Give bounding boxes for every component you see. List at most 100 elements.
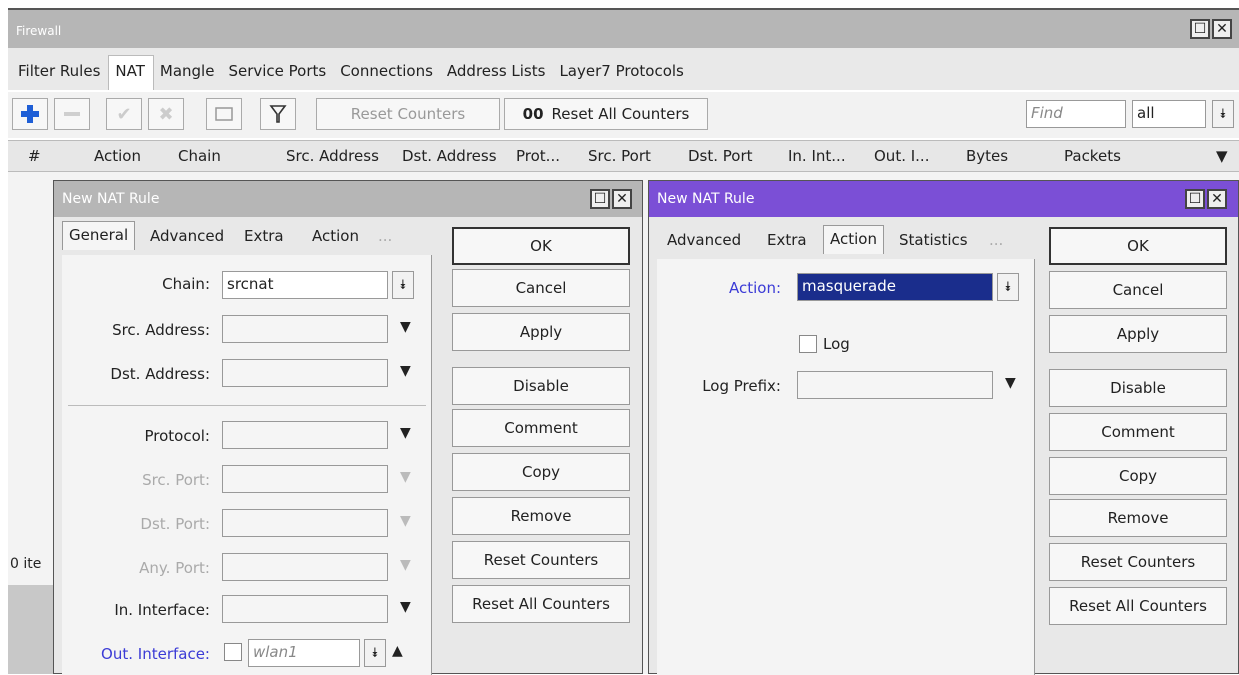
col-packets[interactable]: Packets xyxy=(1064,147,1121,165)
out-interface-field[interactable]: wlan1 xyxy=(248,639,360,667)
in-interface-field[interactable] xyxy=(222,595,388,623)
action-label: Action: xyxy=(728,279,781,297)
disable-button[interactable]: Disable xyxy=(452,367,630,405)
dst-port-label: Dst. Port: xyxy=(140,515,210,533)
copy-button[interactable]: Copy xyxy=(1049,457,1227,495)
ok-button[interactable]: OK xyxy=(452,227,630,265)
src-port-dropdown-icon[interactable]: ▼ xyxy=(400,469,411,485)
general-panel: Chain: srcnat ⯯ Src. Address: ▼ Dst. Add… xyxy=(62,255,432,675)
col-chain[interactable]: Chain xyxy=(178,147,221,165)
dst-port-field[interactable] xyxy=(222,509,388,537)
tab-nat[interactable]: NAT xyxy=(108,55,154,90)
tab-address-lists[interactable]: Address Lists xyxy=(441,62,554,90)
add-button[interactable] xyxy=(12,98,48,130)
find-input[interactable]: Find xyxy=(1026,100,1126,128)
any-port-field[interactable] xyxy=(222,553,388,581)
tab-service-ports[interactable]: Service Ports xyxy=(222,62,334,90)
filter-select[interactable]: all xyxy=(1132,100,1206,128)
disable-button[interactable]: ✖ xyxy=(148,98,184,130)
ok-button[interactable]: OK xyxy=(1049,227,1227,265)
comment-button[interactable]: Comment xyxy=(452,409,630,447)
table-header: # Action Chain Src. Address Dst. Address… xyxy=(8,140,1239,172)
counter-icon: 00 xyxy=(522,105,544,123)
reset-counters-button[interactable]: Reset Counters xyxy=(316,98,500,130)
disable-button[interactable]: Disable xyxy=(1049,369,1227,407)
maximize-icon[interactable]: ☐ xyxy=(1185,189,1205,209)
close-icon[interactable]: ✕ xyxy=(1212,19,1232,39)
col-number[interactable]: # xyxy=(28,147,41,165)
src-address-dropdown-icon[interactable]: ▼ xyxy=(400,319,411,335)
protocol-dropdown-icon[interactable]: ▼ xyxy=(400,425,411,441)
src-port-field[interactable] xyxy=(222,465,388,493)
status-text: 0 ite xyxy=(10,556,42,572)
reset-all-counters-button[interactable]: 00 Reset All Counters xyxy=(504,98,708,130)
protocol-label: Protocol: xyxy=(144,427,210,445)
tab-statistics[interactable]: Statistics xyxy=(899,231,968,249)
filter-button[interactable] xyxy=(260,98,296,130)
log-prefix-dropdown-icon[interactable]: ▼ xyxy=(1005,375,1016,391)
tab-extra[interactable]: Extra xyxy=(244,227,284,245)
reset-all-counters-button[interactable]: Reset All Counters xyxy=(452,585,630,623)
remove-button[interactable]: Remove xyxy=(452,497,630,535)
tab-more[interactable]: ... xyxy=(989,231,1003,249)
action-field[interactable]: masquerade xyxy=(797,273,993,301)
dst-address-dropdown-icon[interactable]: ▼ xyxy=(400,363,411,379)
apply-button[interactable]: Apply xyxy=(1049,315,1227,353)
col-protocol[interactable]: Prot... xyxy=(516,147,560,165)
maximize-icon[interactable]: ☐ xyxy=(590,189,610,209)
comment-button[interactable] xyxy=(206,98,242,130)
cancel-button[interactable]: Cancel xyxy=(452,269,630,307)
tab-action[interactable]: Action xyxy=(312,227,359,245)
tab-connections[interactable]: Connections xyxy=(334,62,441,90)
comment-button[interactable]: Comment xyxy=(1049,413,1227,451)
close-icon[interactable]: ✕ xyxy=(1207,189,1227,209)
col-out-interface[interactable]: Out. I... xyxy=(874,147,929,165)
any-port-dropdown-icon[interactable]: ▼ xyxy=(400,557,411,573)
tab-action[interactable]: Action xyxy=(823,225,884,254)
src-address-field[interactable] xyxy=(222,315,388,343)
filter-dropdown-icon[interactable]: ⯯ xyxy=(1212,100,1234,128)
columns-dropdown-icon[interactable]: ▼ xyxy=(1216,147,1228,165)
log-checkbox[interactable] xyxy=(799,335,817,353)
action-panel: Action: masquerade ⯯ Log Log Prefix: ▼ xyxy=(657,259,1035,675)
chain-field[interactable]: srcnat xyxy=(222,271,388,299)
log-prefix-field[interactable] xyxy=(797,371,993,399)
copy-button[interactable]: Copy xyxy=(452,453,630,491)
tab-layer7-protocols[interactable]: Layer7 Protocols xyxy=(553,62,691,90)
enable-button[interactable]: ✔ xyxy=(106,98,142,130)
tab-advanced[interactable]: Advanced xyxy=(667,231,741,249)
close-icon[interactable]: ✕ xyxy=(612,189,632,209)
in-interface-dropdown-icon[interactable]: ▼ xyxy=(400,599,411,615)
out-interface-negate-checkbox[interactable] xyxy=(224,643,242,661)
apply-button[interactable]: Apply xyxy=(452,313,630,351)
maximize-icon[interactable]: ☐ xyxy=(1190,19,1210,39)
col-action[interactable]: Action xyxy=(94,147,141,165)
tab-more[interactable]: ... xyxy=(378,227,392,245)
reset-counters-button[interactable]: Reset Counters xyxy=(1049,543,1227,581)
tab-mangle[interactable]: Mangle xyxy=(154,62,223,90)
firewall-title-bar: Firewall ☐ ✕ xyxy=(8,8,1239,48)
col-src-port[interactable]: Src. Port xyxy=(588,147,651,165)
reset-counters-button[interactable]: Reset Counters xyxy=(452,541,630,579)
col-dst-port[interactable]: Dst. Port xyxy=(688,147,753,165)
col-bytes[interactable]: Bytes xyxy=(966,147,1008,165)
dst-address-field[interactable] xyxy=(222,359,388,387)
dst-port-dropdown-icon[interactable]: ▼ xyxy=(400,513,411,529)
out-interface-dropdown-icon[interactable]: ⯯ xyxy=(364,639,386,667)
chain-dropdown-icon[interactable]: ⯯ xyxy=(392,271,414,299)
note-icon xyxy=(215,107,233,121)
col-src-address[interactable]: Src. Address xyxy=(286,147,379,165)
tab-extra[interactable]: Extra xyxy=(767,231,807,249)
protocol-field[interactable] xyxy=(222,421,388,449)
tab-filter-rules[interactable]: Filter Rules xyxy=(12,62,108,90)
reset-all-counters-button[interactable]: Reset All Counters xyxy=(1049,587,1227,625)
remove-button[interactable] xyxy=(54,98,90,130)
col-in-interface[interactable]: In. Int... xyxy=(788,147,846,165)
tab-general[interactable]: General xyxy=(62,221,136,250)
collapse-up-icon[interactable]: ▲ xyxy=(392,643,403,659)
tab-advanced[interactable]: Advanced xyxy=(150,227,224,245)
cancel-button[interactable]: Cancel xyxy=(1049,271,1227,309)
col-dst-address[interactable]: Dst. Address xyxy=(402,147,497,165)
action-dropdown-icon[interactable]: ⯯ xyxy=(997,273,1019,301)
remove-button[interactable]: Remove xyxy=(1049,499,1227,537)
